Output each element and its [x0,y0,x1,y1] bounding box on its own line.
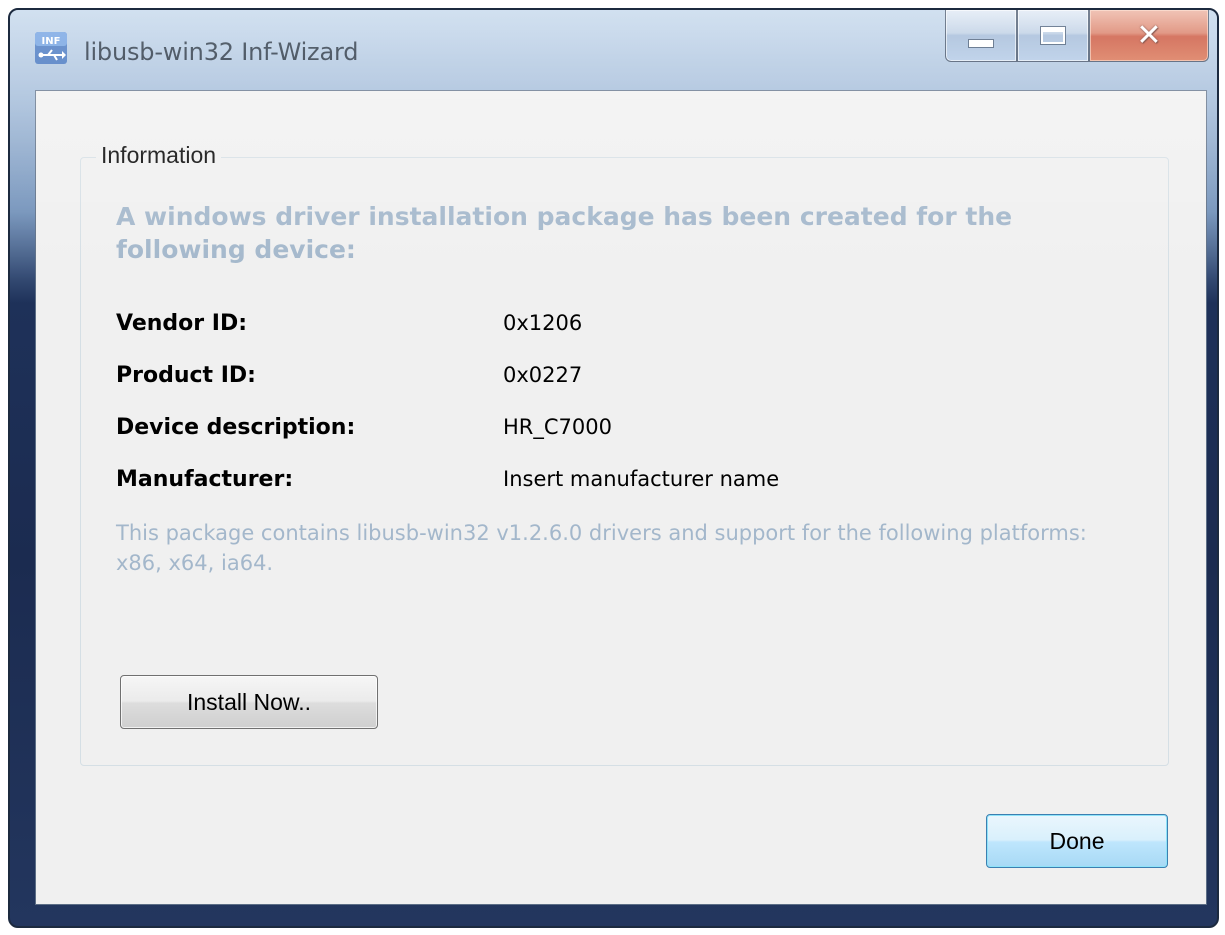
vendor-id-label: Vendor ID: [116,311,248,336]
install-now-button[interactable]: Install Now.. [120,675,378,729]
device-description-label: Device description: [116,415,356,440]
svg-text:INF: INF [42,36,61,47]
inf-usb-icon: INF [35,32,67,64]
information-groupbox: Information A windows driver installatio… [80,142,1169,766]
product-id-label: Product ID: [116,363,256,388]
headline-text: A windows driver installation package ha… [116,202,1013,264]
manufacturer-value: Insert manufacturer name [503,467,780,491]
minimize-icon [968,39,994,48]
groupbox-legend: Information [96,142,222,169]
done-button[interactable]: Done [986,814,1168,868]
product-id-row: Product ID: 0x0227 [116,363,1116,397]
dialog-window: INF libusb-win32 Inf-Wizard ✕ Informatio… [8,8,1219,928]
minimize-button[interactable] [945,10,1017,62]
vendor-id-row: Vendor ID: 0x1206 [116,311,1116,345]
vendor-id-value: 0x1206 [503,311,583,335]
close-icon: ✕ [1136,17,1162,53]
dialog-client-area: Information A windows driver installatio… [35,90,1207,905]
product-id-value: 0x0227 [503,363,583,387]
maximize-button[interactable] [1017,10,1089,62]
device-description-row: Device description: HR_C7000 [116,415,1116,449]
close-button[interactable]: ✕ [1089,10,1209,62]
caption-buttons: ✕ [945,10,1209,68]
manufacturer-label: Manufacturer: [116,467,294,492]
device-description-value: HR_C7000 [503,415,612,439]
maximize-icon [1040,26,1066,45]
window-title: libusb-win32 Inf-Wizard [84,38,359,66]
package-note: This package contains libusb-win32 v1.2.… [116,521,1087,575]
manufacturer-row: Manufacturer: Insert manufacturer name [116,467,1116,501]
